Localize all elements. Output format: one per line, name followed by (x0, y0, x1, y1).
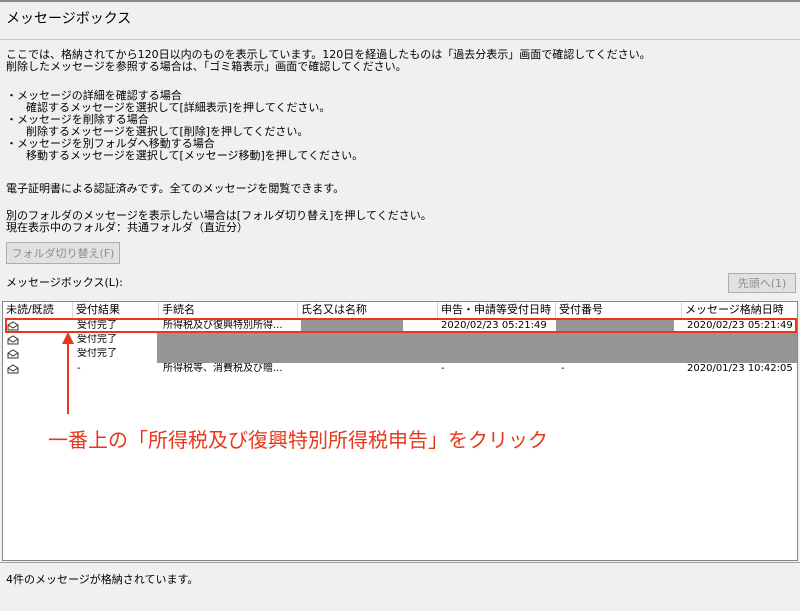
row-receipt-date: - (441, 363, 445, 374)
status-bar: 4件のメッセージが格納されています。 (0, 562, 800, 611)
folder-switch-button[interactable]: フォルダ切り替え(F) (6, 242, 120, 264)
highlight-box (5, 318, 797, 333)
redacted-rows (157, 333, 797, 363)
row-procedure: 所得税等、消費税及び贈... (163, 363, 283, 374)
col-header-stored-date[interactable]: メッセージ格納日時 (682, 302, 797, 318)
instruction-move-text: 移動するメッセージを選択して[メッセージ移動]を押してください。 (26, 149, 364, 162)
opened-mail-icon (7, 335, 19, 345)
col-header-receipt-number[interactable]: 受付番号 (556, 302, 682, 318)
opened-mail-icon (7, 349, 19, 359)
intro-line-2: 削除したメッセージを参照する場合は、「ゴミ箱表示」画面で確認してください。 (6, 60, 407, 73)
message-box-label: メッセージボックス(L): (6, 276, 123, 289)
status-text: 4件のメッセージが格納されています。 (6, 573, 199, 586)
list-header: 未読/既読 受付結果 手続名 氏名又は名称 申告・申請等受付日時 受付番号 メッ… (3, 302, 797, 319)
row-stored-date: 2020/01/23 10:42:05 (687, 363, 793, 374)
arrow-line (67, 340, 69, 414)
col-header-receipt-date[interactable]: 申告・申請等受付日時 (438, 302, 556, 318)
window-title-bar: メッセージボックス (0, 0, 800, 40)
go-to-top-button[interactable]: 先頭へ(1) (728, 273, 796, 293)
row-receipt-number: - (561, 363, 565, 374)
window-title: メッセージボックス (6, 11, 132, 27)
arrow-head-icon (62, 332, 74, 344)
annotation-text: 一番上の「所得税及び復興特別所得税申告」をクリック (48, 428, 548, 452)
row-result: 受付完了 (77, 348, 117, 359)
col-header-name[interactable]: 氏名又は名称 (298, 302, 438, 318)
col-header-result[interactable]: 受付結果 (73, 302, 159, 318)
current-folder: 現在表示中のフォルダ：共通フォルダ（直近分） (6, 221, 248, 234)
col-header-procedure[interactable]: 手続名 (159, 302, 298, 318)
table-row[interactable]: - 所得税等、消費税及び贈... - - 2020/01/23 10:42:05 (3, 363, 797, 375)
row-result: - (77, 363, 81, 374)
row-result: 受付完了 (77, 334, 117, 345)
cert-note: 電子証明書による認証済みです。全てのメッセージを閲覧できます。 (6, 182, 345, 195)
col-header-read[interactable]: 未読/既読 (3, 302, 73, 318)
opened-mail-icon (7, 364, 19, 374)
